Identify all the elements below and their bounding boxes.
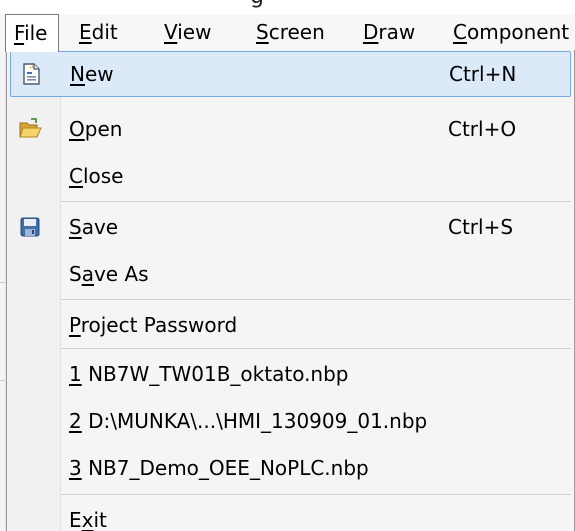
open-folder-icon xyxy=(18,117,42,141)
menu-draw-mnemonic: D xyxy=(363,20,379,44)
menu-separator xyxy=(61,348,571,349)
menu-view-mnemonic: V xyxy=(164,20,178,44)
label-text: NB7_Demo_OEE_NoPLC.nbp xyxy=(81,456,369,480)
menu-screen[interactable]: Screen xyxy=(248,14,333,50)
mnemonic: P xyxy=(69,313,81,337)
label-text: roject Password xyxy=(80,313,238,337)
recent-file-label: 2 D:\MUNKA\...\HMI_130909_01.nbp xyxy=(69,398,427,444)
menu-item-open[interactable]: Open Ctrl+O xyxy=(7,106,574,152)
file-dropdown-menu: New Ctrl+N Open Ctrl+O Close Save Ctrl+S… xyxy=(6,50,575,531)
floppy-disk-icon xyxy=(18,215,42,239)
menu-item-new-label: New xyxy=(70,51,114,97)
menu-bar: File Edit View Screen Draw Component xyxy=(0,14,575,52)
menu-item-new[interactable]: New Ctrl+N xyxy=(10,51,571,97)
window-title-area: g xyxy=(0,0,575,14)
menu-item-save-shortcut: Ctrl+S xyxy=(448,215,514,239)
recent-file-item[interactable]: 3 NB7_Demo_OEE_NoPLC.nbp xyxy=(7,445,574,491)
new-document-icon xyxy=(19,62,43,86)
menu-item-open-shortcut: Ctrl+O xyxy=(448,117,517,141)
menu-edit-mnemonic: E xyxy=(79,20,92,44)
recent-file-item[interactable]: 1 NB7W_TW01B_oktato.nbp xyxy=(7,351,574,397)
menu-view-rest: iew xyxy=(177,20,212,44)
menu-edit[interactable]: Edit xyxy=(71,14,126,50)
menu-screen-mnemonic: S xyxy=(256,20,269,44)
window-title-fragment: g xyxy=(250,0,265,9)
mnemonic: 1 xyxy=(69,362,82,386)
menu-file[interactable]: File xyxy=(5,14,59,52)
mnemonic: x xyxy=(81,508,94,531)
recent-file-item[interactable]: 2 D:\MUNKA\...\HMI_130909_01.nbp xyxy=(7,398,574,444)
mnemonic: a xyxy=(81,262,94,286)
menu-item-exit[interactable]: Exit xyxy=(7,497,574,531)
label-text: ave xyxy=(81,215,119,239)
label-text: pen xyxy=(84,117,123,141)
label-text: D:\MUNKA\...\HMI_130909_01.nbp xyxy=(81,409,428,433)
label-text: ve As xyxy=(93,262,149,286)
mnemonic: C xyxy=(69,164,83,188)
menu-component-mnemonic: C xyxy=(453,20,467,44)
label-text: NB7W_TW01B_oktato.nbp xyxy=(81,362,349,386)
menu-item-save-label: Save xyxy=(69,204,118,250)
mnemonic: 2 xyxy=(69,409,82,433)
menu-edit-rest: dit xyxy=(91,20,118,44)
edge-tick xyxy=(0,380,5,381)
recent-file-label: 3 NB7_Demo_OEE_NoPLC.nbp xyxy=(69,445,369,491)
menu-view[interactable]: View xyxy=(156,14,219,50)
menu-item-project-password-label: Project Password xyxy=(69,302,237,348)
menu-separator xyxy=(61,201,571,202)
menu-draw[interactable]: Draw xyxy=(355,14,423,50)
menu-component-rest: omponent xyxy=(466,20,570,44)
edge-tick xyxy=(0,282,5,283)
label-text: S xyxy=(69,262,82,286)
label-text: ew xyxy=(84,62,114,86)
menu-item-open-label: Open xyxy=(69,106,122,152)
menu-item-new-shortcut: Ctrl+N xyxy=(449,62,517,86)
menu-screen-rest: creen xyxy=(268,20,325,44)
menu-file-rest: ile xyxy=(24,21,48,45)
menu-item-close[interactable]: Close xyxy=(7,153,574,199)
mnemonic: S xyxy=(69,215,82,239)
menu-separator xyxy=(61,494,571,495)
label-text: lose xyxy=(82,164,124,188)
mnemonic: O xyxy=(69,117,85,141)
menu-separator xyxy=(61,299,571,300)
menu-file-mnemonic: F xyxy=(14,21,25,45)
application-window: g File Edit View Screen Draw Component xyxy=(0,0,575,531)
menu-item-project-password[interactable]: Project Password xyxy=(7,302,574,348)
recent-file-label: 1 NB7W_TW01B_oktato.nbp xyxy=(69,351,349,397)
mnemonic: 3 xyxy=(69,456,82,480)
label-text: it xyxy=(93,508,107,531)
menu-item-save-as-label: Save As xyxy=(69,251,149,297)
menu-item-save[interactable]: Save Ctrl+S xyxy=(7,204,574,250)
menu-item-save-as[interactable]: Save As xyxy=(7,251,574,297)
label-text: E xyxy=(69,508,82,531)
menu-component[interactable]: Component xyxy=(445,14,575,50)
menu-item-exit-label: Exit xyxy=(69,497,107,531)
menu-item-close-label: Close xyxy=(69,153,124,199)
mnemonic: N xyxy=(70,62,85,86)
menu-draw-rest: raw xyxy=(378,20,416,44)
